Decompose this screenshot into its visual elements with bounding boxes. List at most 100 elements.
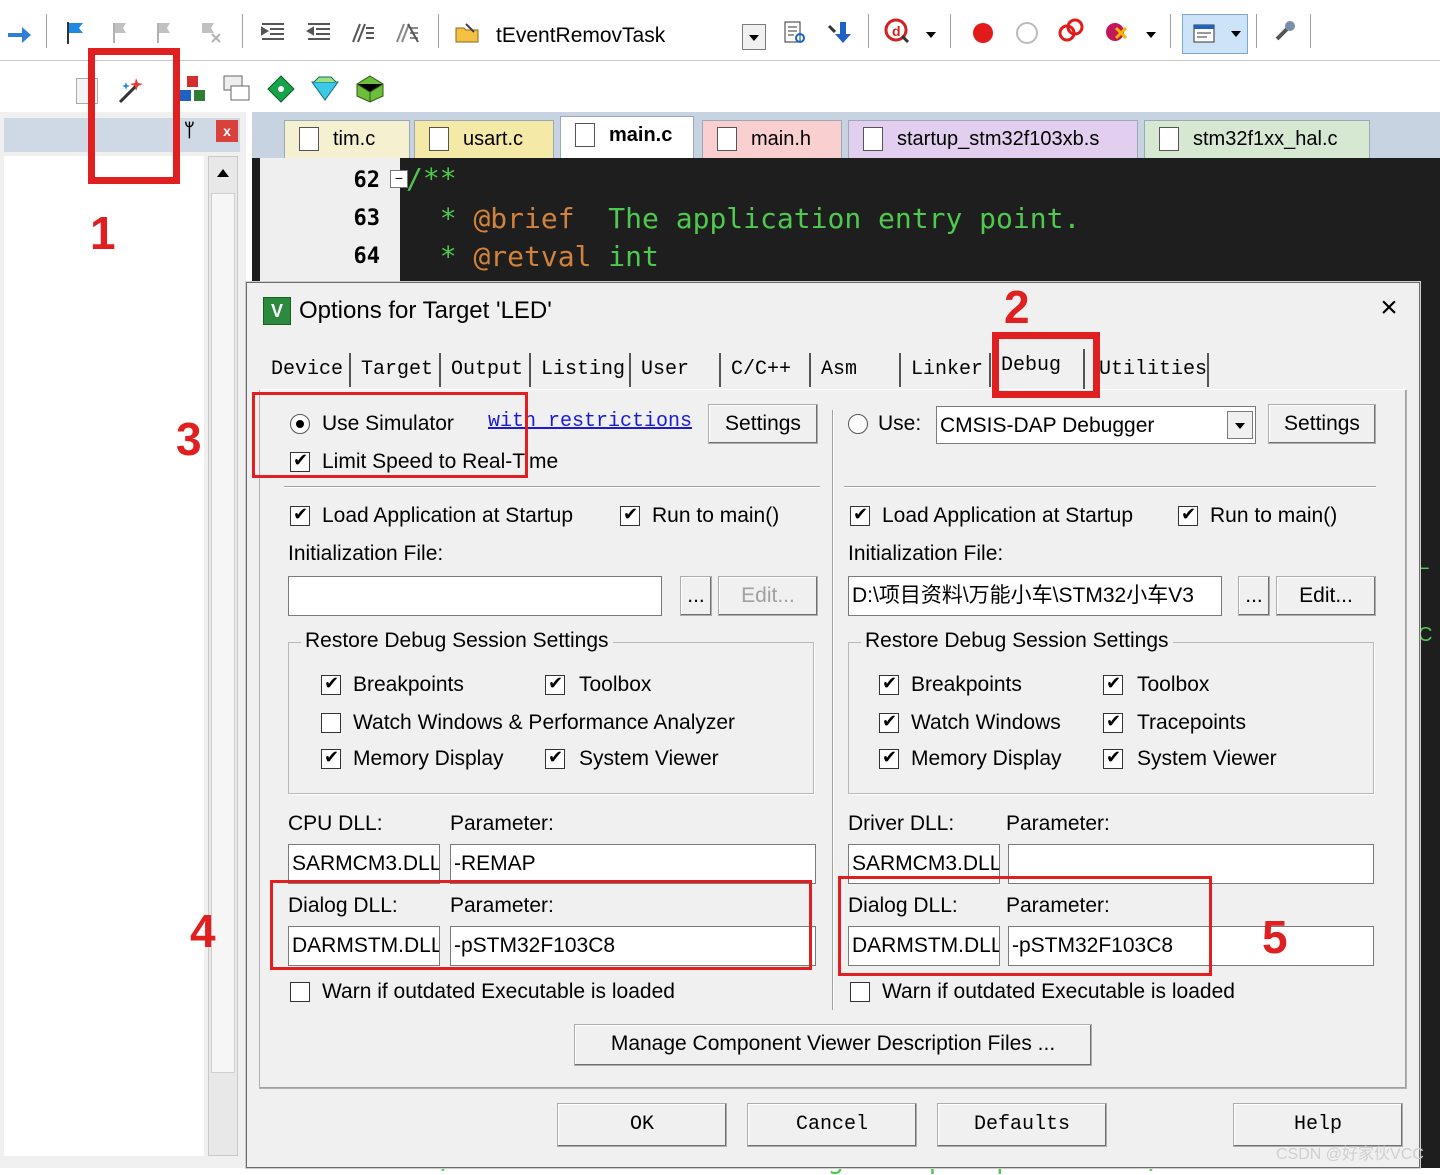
flag-icon[interactable] bbox=[64, 20, 90, 46]
cpu-param-input[interactable]: -REMAP bbox=[450, 844, 816, 884]
breakpoint-icon[interactable] bbox=[970, 20, 996, 46]
bookmark-clear-icon[interactable] bbox=[198, 20, 224, 46]
defaults-button[interactable]: Defaults bbox=[937, 1103, 1107, 1147]
code-line: /** bbox=[406, 162, 457, 195]
debugger-settings-button[interactable]: Settings bbox=[1268, 404, 1376, 444]
memory-display-label: Memory Display bbox=[353, 747, 504, 770]
simulator-settings-button[interactable]: Settings bbox=[708, 404, 818, 444]
uncomment-icon[interactable] bbox=[394, 20, 420, 46]
tracepoints-checkbox[interactable] bbox=[1103, 711, 1123, 733]
init-file-input[interactable] bbox=[288, 576, 662, 616]
close-icon[interactable]: x bbox=[216, 120, 238, 142]
unindent-icon[interactable] bbox=[306, 20, 332, 46]
edit-button[interactable]: Edit... bbox=[718, 576, 818, 616]
indent-icon[interactable] bbox=[260, 20, 286, 46]
comment-star: * bbox=[406, 202, 474, 235]
tab-listing[interactable]: Listing bbox=[531, 353, 631, 387]
toolbox-checkbox[interactable] bbox=[545, 673, 565, 695]
open-folder-icon[interactable] bbox=[454, 20, 480, 46]
line-number: 62 bbox=[353, 168, 381, 193]
file-tab-usart-c[interactable]: usart.c bbox=[414, 120, 554, 158]
bookmark-prev-icon[interactable] bbox=[110, 20, 136, 46]
tab-c-cpp[interactable]: C/C++ bbox=[721, 353, 811, 387]
tab-asm[interactable]: Asm bbox=[811, 353, 901, 387]
system-viewer-checkbox[interactable] bbox=[1103, 747, 1123, 769]
debugger-select[interactable]: CMSIS-DAP Debugger bbox=[936, 406, 1256, 444]
close-button[interactable]: × bbox=[1371, 291, 1407, 327]
doc-tag: @brief bbox=[473, 202, 575, 235]
init-file-input[interactable]: D:\项目资料\万能小车\STM32小车V3 bbox=[848, 576, 1222, 616]
use-debugger-radio[interactable] bbox=[848, 414, 868, 434]
watch-windows-checkbox[interactable] bbox=[879, 711, 899, 733]
column-divider bbox=[832, 410, 834, 1010]
file-tab-main-c[interactable]: main.c bbox=[560, 116, 694, 158]
tab-linker[interactable]: Linker bbox=[901, 353, 991, 387]
breakpoints-checkbox[interactable] bbox=[321, 673, 341, 695]
manage-project-icon[interactable] bbox=[178, 74, 208, 104]
green-diamond-icon[interactable] bbox=[266, 74, 296, 104]
file-tab-hal[interactable]: stm32f1xx_hal.c bbox=[1144, 120, 1370, 158]
ok-button[interactable]: OK bbox=[557, 1103, 727, 1147]
stacked-windows-icon[interactable] bbox=[222, 74, 252, 104]
target-select[interactable]: tEventRemovTask bbox=[496, 20, 766, 52]
debug-start-icon[interactable]: d bbox=[884, 18, 910, 44]
file-tab-label: startup_stm32f103xb.s bbox=[897, 128, 1100, 150]
run-to-main-checkbox[interactable] bbox=[1178, 504, 1198, 526]
chevron-down-icon[interactable] bbox=[926, 32, 936, 38]
target-dropdown-button[interactable] bbox=[742, 24, 766, 50]
load-app-checkbox[interactable] bbox=[290, 504, 310, 526]
toolbox-checkbox[interactable] bbox=[1103, 673, 1123, 695]
breakpoints-checkbox[interactable] bbox=[879, 673, 899, 695]
system-viewer-label: System Viewer bbox=[579, 747, 719, 770]
pack-installer-icon[interactable] bbox=[354, 74, 386, 104]
project-tree[interactable] bbox=[4, 156, 204, 1156]
file-icon bbox=[1159, 127, 1179, 151]
debugger-dropdown-button[interactable] bbox=[1227, 411, 1253, 439]
memory-display-checkbox[interactable] bbox=[879, 747, 899, 769]
tab-target[interactable]: Target bbox=[351, 353, 441, 387]
wrench-icon[interactable] bbox=[1272, 18, 1298, 44]
dialog-title: Options for Target 'LED' bbox=[299, 297, 552, 324]
watermark: CSDN @好家伙VCC bbox=[1276, 1146, 1424, 1163]
chevron-down-icon[interactable] bbox=[1146, 32, 1156, 38]
file-tab-tim-c[interactable]: tim.c bbox=[284, 120, 410, 158]
manage-component-viewer-button[interactable]: Manage Component Viewer Description File… bbox=[574, 1024, 1092, 1066]
file-tab-main-h[interactable]: main.h bbox=[702, 120, 842, 158]
load-app-checkbox[interactable] bbox=[850, 504, 870, 526]
arrow-up-icon[interactable] bbox=[213, 163, 233, 183]
arrow-right-icon[interactable] bbox=[6, 22, 32, 48]
file-search-icon[interactable] bbox=[782, 20, 808, 46]
comment-icon[interactable] bbox=[350, 20, 376, 46]
toolbox-label: Toolbox bbox=[1137, 673, 1210, 696]
download-flash-icon[interactable] bbox=[826, 20, 852, 46]
watch-windows-checkbox[interactable] bbox=[321, 713, 341, 733]
run-to-main-checkbox[interactable] bbox=[620, 504, 640, 526]
breakpoint-disabled-icon[interactable] bbox=[1014, 20, 1040, 46]
pin-icon[interactable]: ᛘ bbox=[184, 120, 195, 141]
tab-output[interactable]: Output bbox=[441, 353, 531, 387]
browse-button[interactable]: ... bbox=[680, 576, 712, 616]
system-viewer-checkbox[interactable] bbox=[545, 747, 565, 769]
warn-outdated-checkbox[interactable] bbox=[290, 982, 310, 1002]
event-recorder-icon[interactable] bbox=[310, 74, 340, 104]
window-layout-button[interactable] bbox=[1182, 14, 1248, 54]
bookmark-next-icon[interactable] bbox=[154, 20, 180, 46]
annotation-box-4 bbox=[270, 880, 812, 970]
group-title: Restore Debug Session Settings bbox=[301, 629, 613, 653]
tab-utilities[interactable]: Utilities bbox=[1089, 353, 1209, 387]
file-tab-label: main.c bbox=[609, 124, 673, 146]
cpu-dll-input[interactable]: SARMCM3.DLL bbox=[288, 844, 440, 884]
tab-device[interactable]: Device bbox=[261, 353, 351, 387]
browse-button[interactable]: ... bbox=[1238, 576, 1270, 616]
warn-outdated-checkbox[interactable] bbox=[850, 982, 870, 1002]
file-icon bbox=[429, 127, 449, 151]
edit-button[interactable]: Edit... bbox=[1276, 576, 1376, 616]
breakpoint-kill-all-icon[interactable] bbox=[1104, 18, 1130, 44]
file-icon bbox=[717, 127, 737, 151]
tab-user[interactable]: User bbox=[631, 353, 721, 387]
scrollbar[interactable] bbox=[208, 156, 238, 1156]
file-tab-startup[interactable]: startup_stm32f103xb.s bbox=[848, 120, 1138, 158]
breakpoint-disable-all-icon[interactable] bbox=[1058, 18, 1084, 44]
memory-display-checkbox[interactable] bbox=[321, 747, 341, 769]
cancel-button[interactable]: Cancel bbox=[747, 1103, 917, 1147]
